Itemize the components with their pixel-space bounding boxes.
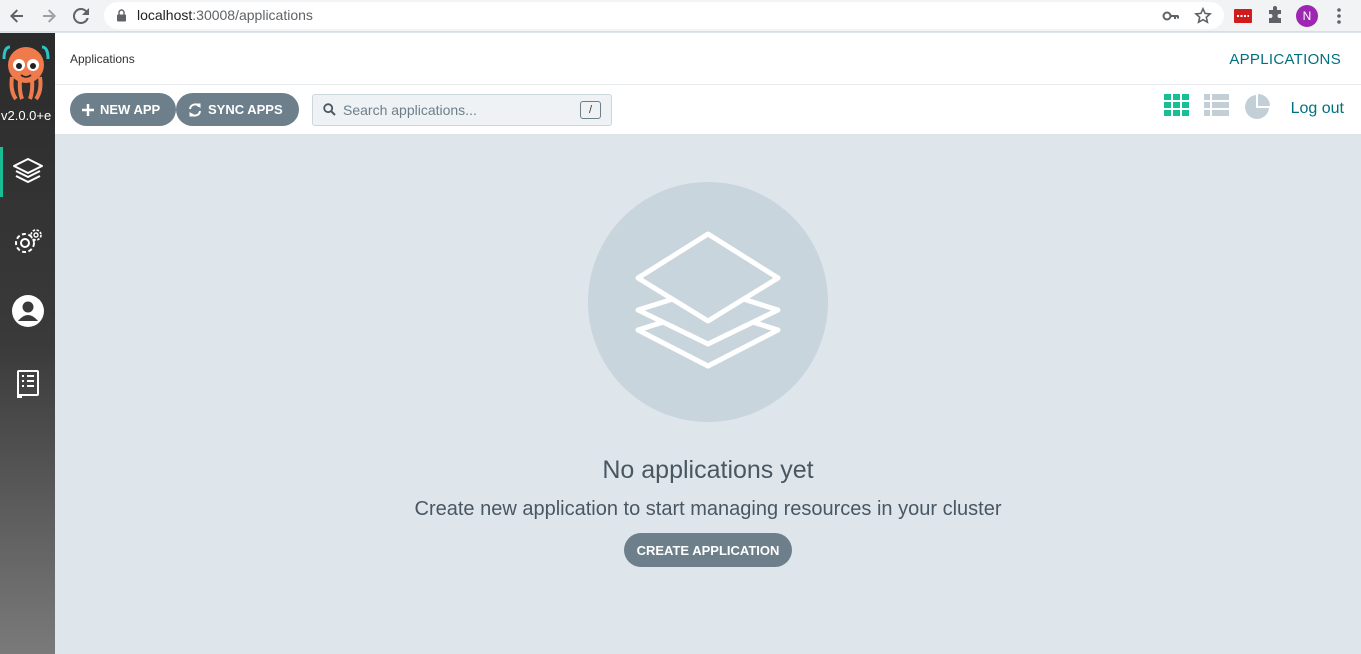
- page-title: APPLICATIONS: [1229, 51, 1341, 68]
- sync-icon: [189, 102, 201, 117]
- version-label: v2.0.0+e: [1, 108, 52, 123]
- sync-apps-label: SYNC APPS: [208, 102, 283, 117]
- tiles-view-icon[interactable]: [1164, 94, 1190, 118]
- layers-icon: [12, 158, 43, 183]
- search-icon: [323, 103, 336, 116]
- empty-state-title: No applications yet: [602, 456, 814, 484]
- logout-link[interactable]: Log out: [1291, 100, 1344, 118]
- create-application-button[interactable]: CREATE APPLICATION: [624, 533, 792, 567]
- more-menu-icon[interactable]: [1332, 6, 1346, 26]
- new-app-button[interactable]: NEW APP: [70, 93, 177, 126]
- browser-toolbar: localhost:30008/applications N: [0, 0, 1361, 32]
- search-shortcut-hint: /: [580, 101, 601, 119]
- new-app-label: NEW APP: [100, 102, 161, 117]
- user-icon: [11, 295, 44, 327]
- breadcrumb[interactable]: Applications: [70, 52, 135, 66]
- back-icon[interactable]: [5, 4, 29, 28]
- search-box[interactable]: /: [312, 94, 612, 126]
- sidebar-item-settings[interactable]: [0, 217, 55, 267]
- list-view-icon[interactable]: [1204, 94, 1230, 118]
- gear-icon: [14, 229, 42, 253]
- address-bar[interactable]: localhost:30008/applications: [104, 2, 1224, 29]
- key-icon[interactable]: [1162, 7, 1180, 25]
- sidebar-item-documentation[interactable]: [0, 359, 55, 409]
- empty-state-subtitle: Create new application to start managing…: [414, 498, 1002, 520]
- sidebar-item-applications[interactable]: [0, 147, 55, 197]
- extension-red-icon[interactable]: [1233, 6, 1253, 26]
- docs-icon: [16, 370, 39, 398]
- puzzle-icon[interactable]: [1265, 6, 1285, 26]
- star-icon[interactable]: [1194, 7, 1212, 25]
- layers-icon: [635, 231, 781, 369]
- plus-icon: [82, 103, 94, 116]
- reload-icon[interactable]: [69, 4, 93, 28]
- url-text: localhost:30008/applications: [137, 7, 313, 23]
- lock-icon: [117, 9, 126, 22]
- applications-toolbar: NEW APP SYNC APPS / Log out: [55, 85, 1361, 135]
- summary-view-icon[interactable]: [1244, 94, 1270, 120]
- page-header: Applications APPLICATIONS: [55, 33, 1361, 85]
- profile-avatar[interactable]: N: [1296, 5, 1318, 27]
- sync-apps-button[interactable]: SYNC APPS: [176, 93, 299, 126]
- sidebar: v2.0.0+e: [0, 33, 55, 654]
- sidebar-item-user-info[interactable]: [0, 286, 55, 336]
- forward-icon[interactable]: [37, 4, 61, 28]
- search-input[interactable]: [343, 100, 573, 120]
- argo-logo[interactable]: [2, 43, 50, 103]
